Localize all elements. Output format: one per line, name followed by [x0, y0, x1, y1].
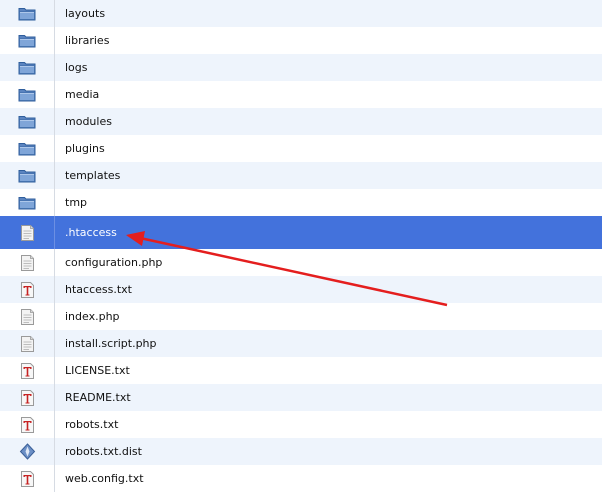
dist-file-icon — [19, 443, 36, 460]
folder-icon — [18, 87, 36, 102]
file-row[interactable]: libraries — [0, 27, 602, 54]
folder-icon — [18, 141, 36, 156]
file-icon — [20, 308, 35, 326]
file-row[interactable]: web.config.txt — [0, 465, 602, 492]
file-row[interactable]: templates — [0, 162, 602, 189]
file-row[interactable]: robots.txt — [0, 411, 602, 438]
file-row[interactable]: LICENSE.txt — [0, 357, 602, 384]
folder-icon — [18, 168, 36, 183]
icon-cell — [0, 384, 55, 411]
file-name[interactable]: web.config.txt — [55, 472, 144, 485]
file-row[interactable]: plugins — [0, 135, 602, 162]
file-row[interactable]: layouts — [0, 0, 602, 27]
folder-icon — [18, 6, 36, 21]
file-row[interactable]: install.script.php — [0, 330, 602, 357]
file-icon — [20, 335, 35, 353]
icon-cell — [0, 81, 55, 108]
icon-cell — [0, 438, 55, 465]
file-name[interactable]: htaccess.txt — [55, 283, 132, 296]
icon-cell — [0, 303, 55, 330]
file-row[interactable]: README.txt — [0, 384, 602, 411]
icon-cell — [0, 411, 55, 438]
icon-cell — [0, 216, 55, 249]
file-row[interactable]: robots.txt.dist — [0, 438, 602, 465]
file-name[interactable]: media — [55, 88, 99, 101]
file-icon — [20, 254, 35, 272]
file-row[interactable]: index.php — [0, 303, 602, 330]
file-name[interactable]: templates — [55, 169, 120, 182]
file-row[interactable]: modules — [0, 108, 602, 135]
file-row[interactable]: htaccess.txt — [0, 276, 602, 303]
text-file-icon — [20, 389, 35, 407]
icon-cell — [0, 189, 55, 216]
text-file-icon — [20, 281, 35, 299]
file-row[interactable]: logs — [0, 54, 602, 81]
file-row[interactable]: configuration.php — [0, 249, 602, 276]
icon-cell — [0, 108, 55, 135]
icon-cell — [0, 162, 55, 189]
folder-icon — [18, 195, 36, 210]
text-file-icon — [20, 470, 35, 488]
icon-cell — [0, 249, 55, 276]
folder-icon — [18, 33, 36, 48]
file-name[interactable]: index.php — [55, 310, 120, 323]
file-name[interactable]: install.script.php — [55, 337, 157, 350]
folder-icon — [18, 60, 36, 75]
file-name[interactable]: .htaccess — [55, 226, 117, 239]
icon-cell — [0, 54, 55, 81]
file-row[interactable]: tmp — [0, 189, 602, 216]
text-file-icon — [20, 416, 35, 434]
file-name[interactable]: robots.txt.dist — [55, 445, 142, 458]
folder-icon — [18, 114, 36, 129]
file-name[interactable]: modules — [55, 115, 112, 128]
file-name[interactable]: robots.txt — [55, 418, 118, 431]
icon-cell — [0, 357, 55, 384]
file-icon — [20, 224, 35, 242]
file-row[interactable]: media — [0, 81, 602, 108]
icon-cell — [0, 465, 55, 492]
icon-cell — [0, 27, 55, 54]
file-name[interactable]: layouts — [55, 7, 105, 20]
file-name[interactable]: LICENSE.txt — [55, 364, 130, 377]
file-name[interactable]: configuration.php — [55, 256, 162, 269]
file-name[interactable]: libraries — [55, 34, 109, 47]
file-row-selected[interactable]: .htaccess — [0, 216, 602, 249]
file-name[interactable]: tmp — [55, 196, 87, 209]
file-name[interactable]: logs — [55, 61, 88, 74]
text-file-icon — [20, 362, 35, 380]
file-name[interactable]: README.txt — [55, 391, 131, 404]
icon-cell — [0, 135, 55, 162]
icon-cell — [0, 330, 55, 357]
icon-cell — [0, 276, 55, 303]
icon-cell — [0, 0, 55, 27]
file-name[interactable]: plugins — [55, 142, 105, 155]
